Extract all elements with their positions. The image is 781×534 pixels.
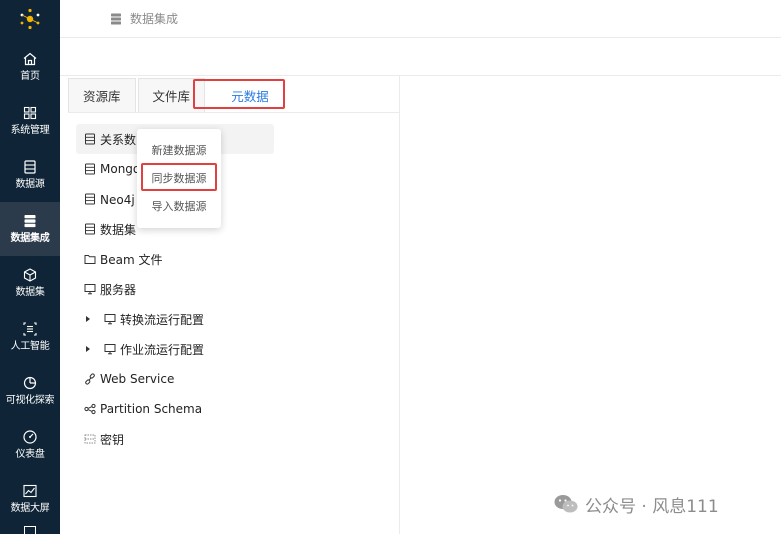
monitor-icon	[84, 284, 96, 295]
logo-icon[interactable]	[0, 0, 60, 38]
metadata-tree: 关系数 Mongo Neo4j 美 数据集 Beam 文件 服务器 转换流运行配…	[76, 124, 396, 454]
tree-item-label: Partition Schema	[100, 402, 203, 416]
menu-item-sync-datasource[interactable]: 同步数据源	[137, 164, 221, 192]
menu-item-import-datasource[interactable]: 导入数据源	[137, 192, 221, 220]
key-icon	[84, 434, 96, 444]
database-icon	[24, 160, 36, 174]
sidebar-item-visual-explore[interactable]: 可视化探索	[0, 364, 60, 418]
sidebar-item-dataset[interactable]: 数据集	[0, 256, 60, 310]
sidebar-item-system[interactable]: 系统管理	[0, 94, 60, 148]
metadata-panel: 资源库 文件库 元数据 关系数 Mongo Neo4j 美 数据集 Beam 文…	[60, 75, 400, 534]
breadcrumb: 数据集成	[130, 12, 179, 26]
server-icon	[111, 13, 121, 24]
watermark-text: 公众号 · 风息111	[585, 496, 719, 517]
tree-item-label: 转换流运行配置	[120, 312, 205, 327]
sidebar-item-label: 数据集成	[10, 233, 50, 244]
tree-item-label: 作业流运行配置	[120, 342, 205, 357]
sidebar-item-label: 数据源	[15, 179, 45, 190]
context-menu: 新建数据源 同步数据源 导入数据源	[137, 129, 221, 228]
server-icon	[24, 215, 36, 228]
cube-icon	[23, 268, 37, 282]
database-icon	[85, 193, 95, 205]
sidebar-item-home[interactable]: 首页	[0, 40, 60, 94]
tree-item-label: 关系数	[100, 132, 137, 147]
tree-item-neo4j[interactable]: Neo4j 美	[76, 184, 396, 214]
sidebar-item-dashboard[interactable]: 仪表盘	[0, 418, 60, 472]
sidebar-item-label: 可视化探索	[5, 395, 55, 406]
sidebar-item-label: 数据大屏	[10, 503, 50, 514]
sidebar-item-data-integration[interactable]: 数据集成	[0, 202, 60, 256]
sidebar-item-label: 系统管理	[10, 125, 50, 136]
tree-item-beam-file[interactable]: Beam 文件	[76, 244, 396, 274]
tab-metadata[interactable]: 元数据	[207, 78, 294, 112]
sidebar-partial-icon	[24, 526, 36, 534]
sidebar-item-label: 仪表盘	[15, 449, 45, 460]
sidebar-item-label: 人工智能	[10, 341, 50, 352]
link-icon	[85, 373, 95, 385]
caret-right-icon[interactable]	[84, 345, 92, 353]
wechat-icon	[554, 495, 578, 513]
partition-icon	[84, 403, 96, 415]
pie-chart-icon	[23, 376, 37, 390]
tree-item-dataset[interactable]: 数据集	[76, 214, 396, 244]
grid-icon	[23, 106, 37, 120]
ai-icon	[23, 322, 37, 336]
tree-item-label: Web Service	[100, 372, 175, 386]
sidebar-item-label: 首页	[20, 71, 40, 82]
tree-item-label: 数据集	[100, 222, 137, 237]
gauge-icon	[23, 430, 37, 444]
sidebar-item-big-screen[interactable]: 数据大屏	[0, 472, 60, 526]
sidebar-item-label: 数据集	[15, 287, 45, 298]
watermark: 公众号 · 风息111	[553, 490, 719, 518]
tree-item-partition-schema[interactable]: Partition Schema	[76, 394, 396, 424]
database-icon	[85, 133, 95, 145]
menu-item-new-datasource[interactable]: 新建数据源	[137, 136, 221, 164]
monitor-icon	[104, 314, 116, 325]
tree-item-label: Mongo	[100, 162, 141, 176]
database-icon	[85, 163, 95, 175]
monitor-icon	[104, 344, 116, 355]
folder-icon	[84, 255, 96, 264]
tab-repository[interactable]: 资源库	[68, 78, 136, 112]
database-icon	[85, 223, 95, 235]
tree-item-secret-key[interactable]: 密钥	[76, 424, 396, 454]
sidebar-item-ai[interactable]: 人工智能	[0, 310, 60, 364]
caret-right-icon[interactable]	[84, 315, 92, 323]
tree-item-transform-run-config[interactable]: 转换流运行配置	[76, 304, 396, 334]
sidebar-item-datasource[interactable]: 数据源	[0, 148, 60, 202]
home-icon	[23, 52, 37, 66]
tree-item-web-service[interactable]: Web Service	[76, 364, 396, 394]
app-root: 首页 系统管理 数据源 数据集成 数据集 人工智能 可视化探索 仪表盘 数据大屏…	[0, 0, 781, 534]
tree-item-server[interactable]: 服务器	[76, 274, 396, 304]
tree-item-job-run-config[interactable]: 作业流运行配置	[76, 334, 396, 364]
header: 数据集成	[60, 0, 781, 38]
tree-item-label: 服务器	[100, 282, 137, 297]
divider	[68, 112, 400, 113]
line-chart-icon	[23, 484, 37, 498]
tree-item-mongodb[interactable]: Mongo	[76, 154, 396, 184]
tab-file-library[interactable]: 文件库	[137, 78, 206, 112]
tree-item-label: 密钥	[100, 432, 125, 447]
divider	[400, 75, 781, 76]
tab-bar: 资源库 文件库 元数据	[68, 78, 295, 112]
sidebar: 首页 系统管理 数据源 数据集成 数据集 人工智能 可视化探索 仪表盘 数据大屏	[0, 0, 60, 534]
tree-item-label: Beam 文件	[100, 252, 163, 267]
